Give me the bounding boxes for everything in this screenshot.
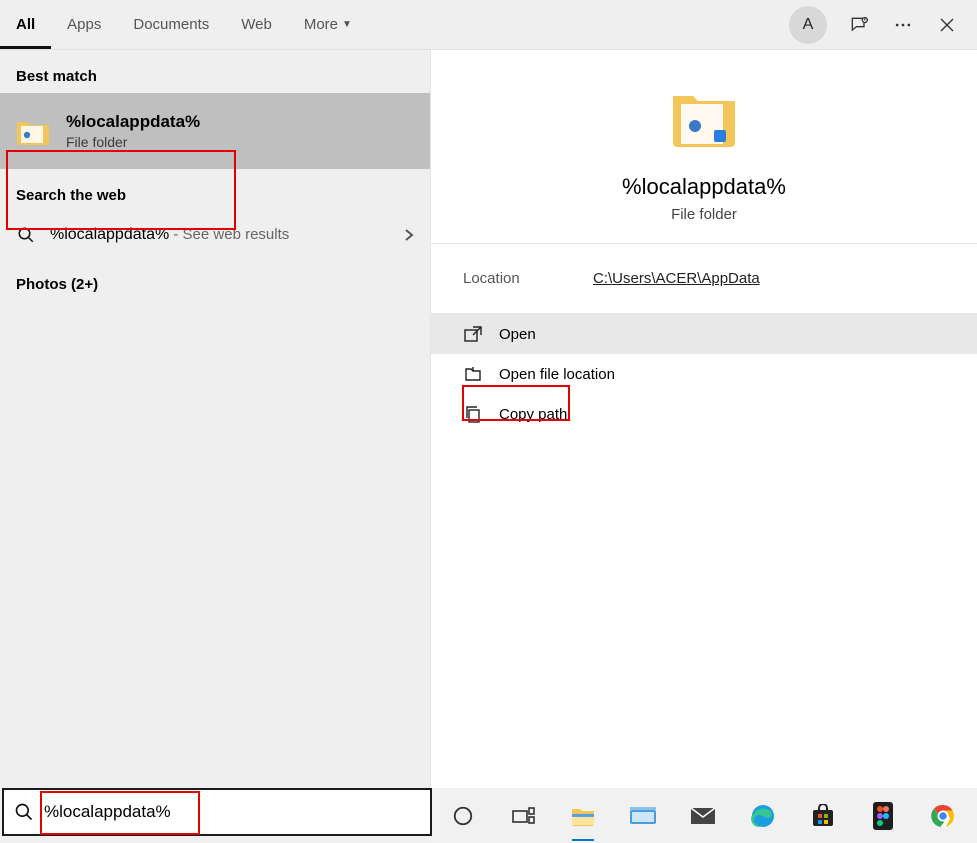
more-options-button[interactable] xyxy=(881,3,925,47)
footer xyxy=(0,788,977,843)
search-box[interactable] xyxy=(2,788,432,836)
edge-icon[interactable] xyxy=(744,797,782,835)
action-copy-path[interactable]: Copy path xyxy=(431,394,977,434)
preview-pane: %localappdata% File folder Location C:\U… xyxy=(430,50,977,788)
best-match-text: %localappdata% File folder xyxy=(66,112,200,150)
search-input[interactable] xyxy=(44,802,420,822)
action-label: Open file location xyxy=(499,366,615,383)
tab-label: Apps xyxy=(67,16,101,33)
best-match-subtitle: File folder xyxy=(66,134,200,150)
copy-icon xyxy=(463,405,483,423)
tab-label: More xyxy=(304,16,338,33)
tab-apps[interactable]: Apps xyxy=(51,0,117,49)
avatar[interactable]: A xyxy=(789,6,827,44)
preview-actions: Open Open file location Copy path xyxy=(431,314,977,434)
action-open[interactable]: Open xyxy=(431,314,977,354)
onscreen-keyboard-icon[interactable] xyxy=(624,797,662,835)
microsoft-store-icon[interactable] xyxy=(804,797,842,835)
chrome-icon[interactable] xyxy=(924,797,962,835)
location-label: Location xyxy=(463,270,593,287)
feedback-icon xyxy=(849,15,869,35)
action-label: Copy path xyxy=(499,406,567,423)
tab-web[interactable]: Web xyxy=(225,0,288,49)
preview-subtitle: File folder xyxy=(671,206,737,223)
file-explorer-icon[interactable] xyxy=(564,797,602,835)
best-match-title: %localappdata% xyxy=(66,112,200,132)
best-match-result[interactable]: %localappdata% File folder xyxy=(0,93,430,169)
web-result-term: %localappdata% xyxy=(50,226,169,243)
folder-icon xyxy=(14,112,52,150)
location-row: Location C:\Users\ACER\AppData xyxy=(431,244,977,314)
photos-heading[interactable]: Photos (2+) xyxy=(0,258,430,301)
chevron-right-icon xyxy=(404,228,414,242)
folder-open-icon xyxy=(463,366,483,382)
ellipsis-icon xyxy=(893,15,913,35)
close-button[interactable] xyxy=(925,3,969,47)
tab-documents[interactable]: Documents xyxy=(117,0,225,49)
folder-icon-large xyxy=(669,86,739,156)
avatar-initial: A xyxy=(803,16,814,34)
tab-label: Documents xyxy=(133,16,209,33)
action-label: Open xyxy=(499,326,536,343)
search-web-heading: Search the web xyxy=(0,169,430,212)
location-value[interactable]: C:\Users\ACER\AppData xyxy=(593,270,760,287)
tab-all[interactable]: All xyxy=(0,0,51,49)
filter-tabs: All Apps Documents Web More ▼ xyxy=(0,0,368,49)
search-icon xyxy=(14,802,34,822)
web-result-suffix: - See web results xyxy=(169,226,289,243)
web-result-row[interactable]: %localappdata% - See web results xyxy=(0,212,430,258)
close-icon xyxy=(939,17,955,33)
tab-label: Web xyxy=(241,16,272,33)
tab-more[interactable]: More ▼ xyxy=(288,0,368,49)
preview-title: %localappdata% xyxy=(622,174,786,200)
open-icon xyxy=(463,326,483,342)
mail-icon[interactable] xyxy=(684,797,722,835)
action-open-file-location[interactable]: Open file location xyxy=(431,354,977,394)
search-icon xyxy=(16,226,36,244)
taskview-icon[interactable] xyxy=(504,797,542,835)
best-match-heading: Best match xyxy=(0,50,430,93)
chevron-down-icon: ▼ xyxy=(342,19,352,30)
feedback-button[interactable] xyxy=(837,3,881,47)
tab-label: All xyxy=(16,16,35,33)
results-column: Best match %localappdata% File folder Se… xyxy=(0,50,430,788)
cortana-icon[interactable] xyxy=(444,797,482,835)
taskbar xyxy=(432,788,977,843)
search-header: All Apps Documents Web More ▼ A xyxy=(0,0,977,50)
figma-icon[interactable] xyxy=(864,797,902,835)
